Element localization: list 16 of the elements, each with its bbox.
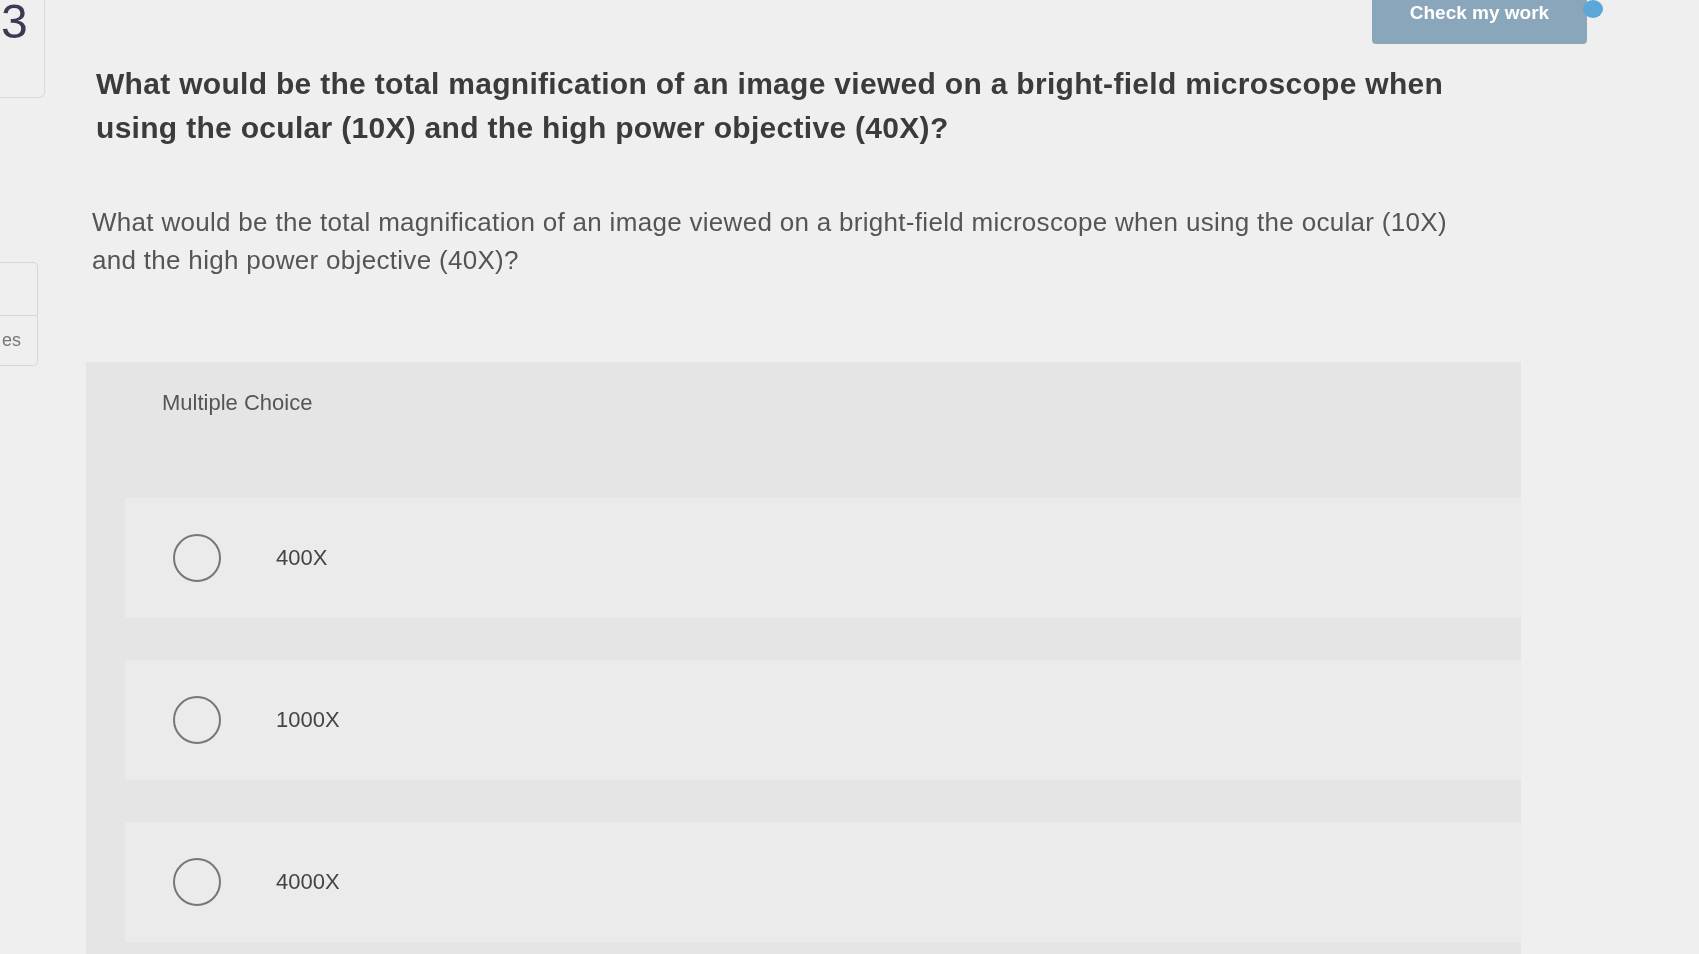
option-label: 1000X — [276, 707, 340, 733]
question-number: 3 — [1, 0, 28, 44]
radio-button[interactable] — [173, 534, 221, 582]
answer-option[interactable]: 400X — [125, 498, 1521, 618]
radio-button[interactable] — [173, 696, 221, 744]
question-title: What would be the total magnification of an image viewed on a bright-field microscope when using the ocular (10X) and the high power objective (40X)? — [96, 66, 1445, 146]
circle-badge-icon — [1583, 0, 1603, 18]
question-text: What would be the total magnification of an image viewed on a bright-field microscope when using the ocular (10X) and the high power objective (40X)? — [92, 206, 1448, 277]
sidebar-label: es — [2, 330, 21, 351]
answer-option[interactable]: 4000X — [125, 822, 1521, 942]
answer-option[interactable]: 1000X — [125, 660, 1521, 780]
radio-button[interactable] — [173, 858, 221, 906]
question-type-label: Multiple Choice — [162, 390, 313, 416]
option-label: 400X — [276, 545, 328, 571]
option-label: 4000X — [276, 869, 340, 895]
sidebar-tab[interactable]: es — [0, 262, 38, 366]
